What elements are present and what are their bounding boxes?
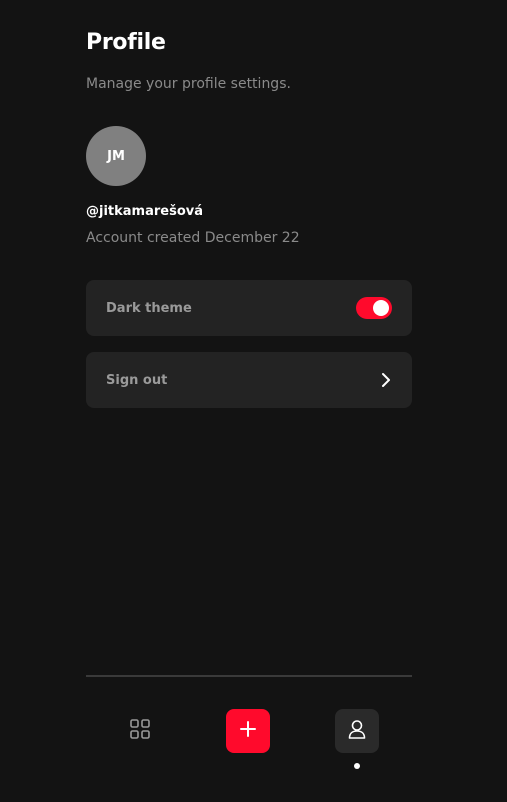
active-indicator-dot	[354, 763, 360, 769]
avatar-initials: JM	[107, 148, 125, 164]
avatar: JM	[86, 126, 146, 186]
dark-theme-setting: Dark theme	[86, 280, 412, 336]
dark-theme-label: Dark theme	[106, 300, 192, 316]
sign-out-button[interactable]: Sign out	[86, 352, 412, 408]
sign-out-label: Sign out	[106, 372, 168, 388]
toggle-knob	[373, 300, 389, 316]
username: @jitkamarešová	[86, 204, 204, 219]
grid-icon	[129, 718, 151, 744]
nav-profile-button[interactable]	[335, 709, 379, 753]
nav-divider	[86, 675, 412, 677]
nav-add-button[interactable]	[226, 709, 270, 753]
profile-page: Profile Manage your profile settings. JM…	[0, 0, 507, 802]
page-title: Profile	[86, 30, 166, 55]
page-subtitle: Manage your profile settings.	[86, 76, 291, 92]
plus-icon	[238, 719, 258, 743]
account-created-date: Account created December 22	[86, 230, 300, 246]
user-icon	[346, 718, 368, 744]
nav-home-button[interactable]	[118, 709, 162, 753]
chevron-right-icon	[380, 372, 392, 388]
dark-theme-toggle[interactable]	[356, 297, 392, 319]
